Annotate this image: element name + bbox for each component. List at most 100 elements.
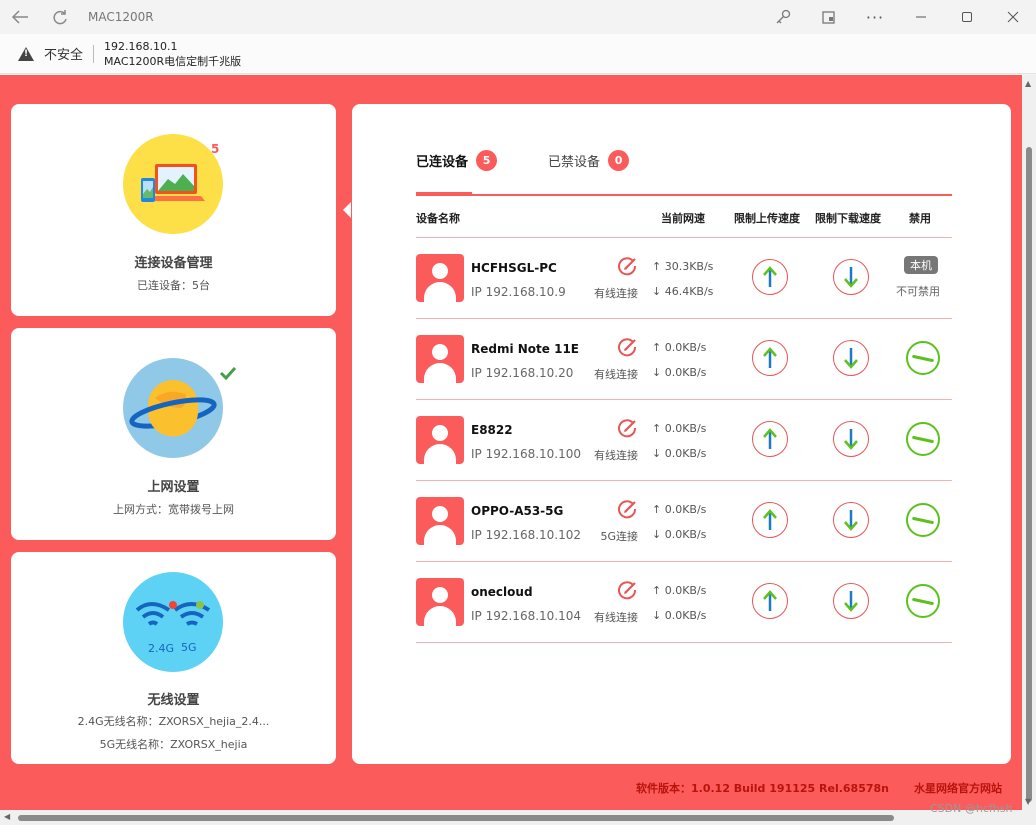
upload-speed: ↑ 0.0KB/s — [652, 341, 707, 354]
tab-label: 已禁设备 — [548, 155, 601, 170]
address-bar: 不安全 192.168.10.1 MAC1200R电信定制千兆版 — [0, 34, 1036, 74]
device-avatar — [416, 335, 464, 383]
card-subtitle-5g: 5G无线名称：ZXORSX_hejia — [99, 738, 248, 751]
watermark: CSDN @hcfhsh — [930, 802, 1013, 815]
upload-arrow-icon — [763, 347, 777, 368]
wireless-illustration: 2.4G 5G — [123, 572, 223, 672]
device-name: HCFHSGL-PC — [471, 261, 557, 275]
scroll-up-icon[interactable]: ▲ — [1025, 79, 1031, 88]
edit-icon[interactable] — [616, 256, 638, 278]
limit-download-button[interactable] — [833, 259, 869, 295]
device-name: OPPO-A53-5G — [471, 504, 564, 518]
minimize-icon — [916, 16, 926, 18]
window-title: MAC1200R — [88, 10, 154, 24]
card-wireless-settings[interactable]: 2.4G 5G 无线设置 2.4G无线名称：ZXORSX_hejia_2.4..… — [11, 552, 336, 764]
connection-type: 有线连接 — [594, 368, 638, 381]
upload-arrow-icon — [763, 428, 777, 449]
more-button[interactable]: ··· — [852, 0, 898, 34]
scroll-thumb[interactable] — [1026, 147, 1032, 802]
ban-icon — [911, 435, 935, 443]
card-title: 无线设置 — [147, 693, 200, 708]
refresh-button[interactable] — [40, 0, 80, 34]
official-site-link[interactable]: 水星网络官方网站 — [914, 780, 1002, 796]
ban-device-button[interactable] — [906, 503, 940, 537]
limit-download-button[interactable] — [833, 340, 869, 376]
card-internet-settings[interactable]: 上网设置 上网方式：宽带拨号上网 — [11, 328, 336, 540]
ban-device-button[interactable] — [906, 422, 940, 456]
page-title-text: MAC1200R电信定制千兆版 — [104, 54, 242, 68]
vertical-scrollbar[interactable]: ▲ ▼ — [1022, 75, 1036, 810]
refresh-icon — [53, 10, 67, 25]
scroll-left-icon[interactable]: ◀ — [4, 812, 10, 821]
devices-icon — [141, 164, 205, 202]
header-limit-upload: 限制上传速度 — [734, 212, 800, 225]
download-speed: ↓ 0.0KB/s — [652, 447, 707, 460]
limit-download-button[interactable] — [833, 583, 869, 619]
ban-device-button[interactable] — [906, 341, 940, 375]
device-name: Redmi Note 11E — [471, 342, 579, 356]
url-text: 192.168.10.1 — [104, 39, 178, 53]
scroll-thumb-horizontal[interactable] — [18, 815, 894, 821]
security-indicator[interactable]: 不安全 — [18, 44, 83, 63]
key-button[interactable] — [760, 0, 806, 34]
limit-upload-button[interactable] — [752, 259, 788, 295]
maximize-button[interactable] — [944, 0, 990, 34]
ban-icon — [911, 597, 935, 605]
header-device-name: 设备名称 — [416, 212, 460, 225]
ban-device-button[interactable] — [906, 584, 940, 618]
device-ip: IP 192.168.10.20 — [471, 366, 574, 380]
device-ip: IP 192.168.10.100 — [471, 447, 582, 461]
app-install-button[interactable] — [806, 0, 852, 34]
close-button[interactable] — [990, 0, 1036, 34]
device-ip: IP 192.168.10.104 — [471, 609, 582, 623]
tab-count-badge: 0 — [608, 150, 630, 171]
download-speed: ↓ 0.0KB/s — [652, 528, 707, 541]
scroll-down-icon[interactable]: ▼ — [1025, 797, 1031, 806]
device-ip: IP 192.168.10.102 — [471, 528, 582, 542]
limit-download-button[interactable] — [833, 421, 869, 457]
check-icon — [219, 366, 237, 380]
security-label: 不安全 — [44, 48, 84, 63]
card-title: 连接设备管理 — [134, 256, 213, 271]
card-device-management[interactable]: 5 连接设备管理 已连设备：5台 — [11, 104, 336, 316]
more-icon: ··· — [865, 7, 885, 27]
address-separator — [93, 44, 95, 63]
minimize-button[interactable] — [898, 0, 944, 34]
limit-download-button[interactable] — [833, 502, 869, 538]
device-avatar — [416, 254, 464, 302]
app-icon — [822, 11, 835, 24]
header-limit-download: 限制下载速度 — [815, 212, 881, 225]
card-subtitle: 上网方式：宽带拨号上网 — [113, 503, 234, 516]
internet-illustration — [123, 358, 223, 458]
limit-upload-button[interactable] — [752, 340, 788, 376]
devices-illustration — [123, 134, 223, 234]
upload-arrow-icon — [763, 590, 777, 611]
tab-blocked[interactable]: 已禁设备 0 — [548, 150, 630, 171]
edit-icon[interactable] — [616, 337, 638, 359]
tab-label: 已连设备 — [416, 155, 469, 170]
software-version: 软件版本：1.0.12 Build 191125 Rel.68578n — [636, 782, 889, 795]
device-row: Redmi Note 11E IP 192.168.10.20 有线连接 ↑ 0… — [416, 319, 952, 400]
limit-upload-button[interactable] — [752, 421, 788, 457]
wifi-icon — [135, 601, 211, 626]
edit-icon[interactable] — [616, 418, 638, 440]
upload-arrow-icon — [763, 509, 777, 530]
key-icon — [776, 9, 791, 24]
tab-underline — [416, 194, 952, 196]
upload-speed: ↑ 0.0KB/s — [652, 422, 707, 435]
download-arrow-icon — [844, 267, 858, 288]
limit-upload-button[interactable] — [752, 502, 788, 538]
horizontal-scrollbar[interactable]: ◀ — [0, 810, 1036, 825]
edit-icon[interactable] — [616, 499, 638, 521]
connection-type: 有线连接 — [594, 611, 638, 624]
limit-upload-button[interactable] — [752, 583, 788, 619]
back-button[interactable] — [0, 0, 40, 34]
address-field[interactable]: 192.168.10.1 MAC1200R电信定制千兆版 — [104, 39, 241, 69]
header-ban: 禁用 — [909, 212, 931, 225]
tab-connected[interactable]: 已连设备 5 — [416, 150, 498, 171]
edit-icon[interactable] — [616, 580, 638, 602]
device-panel: 已连设备 5 已禁设备 0 设备名称 当前网速 限制上传速度 限制下载速度 禁用… — [352, 104, 1011, 764]
close-icon — [1007, 11, 1019, 23]
tab-count-badge: 5 — [476, 150, 498, 171]
download-arrow-icon — [844, 510, 858, 531]
